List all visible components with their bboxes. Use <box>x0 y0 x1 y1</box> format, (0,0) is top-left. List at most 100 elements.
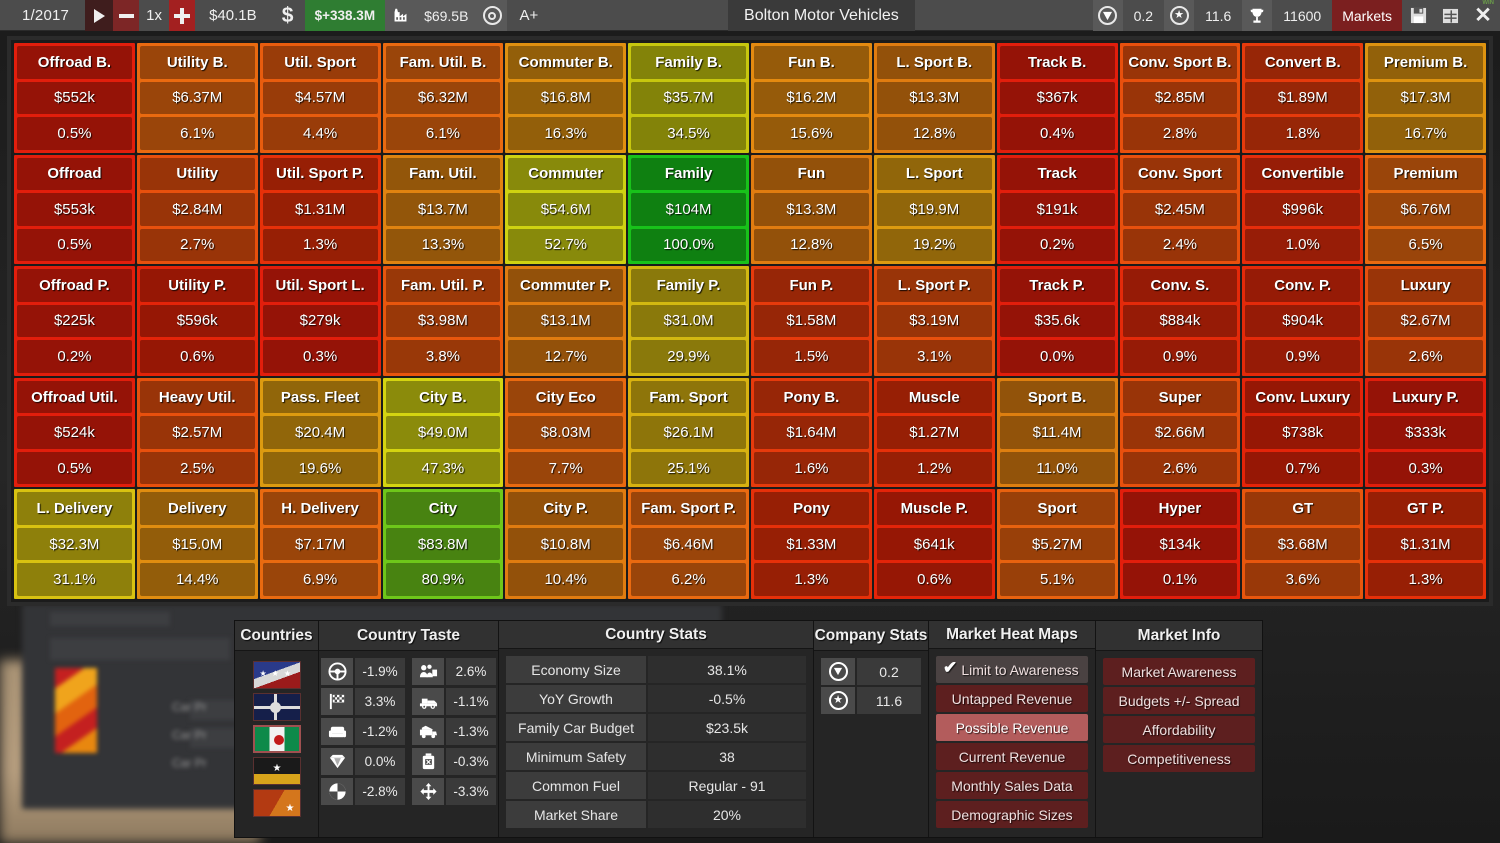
market-cell-share: 0.5% <box>17 117 132 150</box>
market-cell[interactable]: Family $104M 100.0% <box>628 154 749 265</box>
market-cell[interactable]: Offroad P. $225k 0.2% <box>14 266 135 376</box>
market-cell[interactable]: Fam. Util. B. $6.32M 6.1% <box>382 43 504 153</box>
market-cell[interactable]: L. Delivery $32.3M 31.1% <box>14 489 135 599</box>
market-cell-share: 1.3% <box>754 563 869 596</box>
market-cell[interactable]: Super $2.66M 2.6% <box>1119 377 1241 488</box>
market-cell[interactable]: Luxury $2.67M 2.6% <box>1365 266 1486 376</box>
market-cell[interactable]: Fam. Util. P. $3.98M 3.8% <box>382 266 504 376</box>
market-cell[interactable]: Premium B. $17.3M 16.7% <box>1365 43 1486 153</box>
market-cell[interactable]: GT P. $1.31M 1.3% <box>1365 489 1486 599</box>
market-cell[interactable]: Delivery $15.0M 14.4% <box>136 489 258 599</box>
market-cell[interactable]: Util. Sport L. $279k 0.3% <box>259 266 381 376</box>
country-flag-5[interactable]: ★ <box>252 789 301 817</box>
market-cell[interactable]: Conv. Sport $2.45M 2.4% <box>1119 154 1241 265</box>
heat-map-button[interactable]: Demographic Sizes <box>936 801 1088 828</box>
gem-icon[interactable] <box>1092 0 1123 31</box>
game-speed[interactable]: 1x <box>139 0 170 31</box>
market-cell[interactable]: Sport $5.27M 5.1% <box>996 489 1118 599</box>
market-cell[interactable]: Conv. Luxury $738k 0.7% <box>1242 377 1364 488</box>
market-cell[interactable]: Conv. P. $904k 0.9% <box>1242 266 1364 376</box>
heat-map-button[interactable]: ✔ Limit to Awareness <box>936 656 1088 683</box>
market-cell[interactable]: City Eco $8.03M 7.7% <box>505 377 627 488</box>
taste-value: -1.2% <box>355 718 405 745</box>
speed-up-button[interactable] <box>169 0 196 31</box>
play-button[interactable] <box>85 0 114 31</box>
market-cell[interactable]: Track B. $367k 0.4% <box>996 43 1118 153</box>
market-cell[interactable]: Fam. Util. $13.7M 13.3% <box>382 154 504 265</box>
market-cell[interactable]: Conv. Sport B. $2.85M 2.8% <box>1119 43 1241 153</box>
market-cell[interactable]: Muscle P. $641k 0.6% <box>873 489 995 599</box>
market-cell[interactable]: Fun $13.3M 12.8% <box>751 154 872 265</box>
market-cell[interactable]: City P. $10.8M 10.4% <box>505 489 627 599</box>
market-cell[interactable]: Fam. Sport $26.1M 25.1% <box>628 377 749 488</box>
market-cell[interactable]: Offroad Util. $524k 0.5% <box>14 377 135 488</box>
market-cell[interactable]: GT $3.68M 3.6% <box>1242 489 1364 599</box>
market-cell[interactable]: Heavy Util. $2.57M 2.5% <box>136 377 258 488</box>
market-cell-revenue: $641k <box>876 527 992 561</box>
plus-icon-v <box>180 7 185 24</box>
market-cell-share: 0.6% <box>876 563 992 596</box>
market-info-button[interactable]: Affordability <box>1103 716 1255 743</box>
target-icon[interactable] <box>477 0 508 31</box>
market-cell[interactable]: Hyper $134k 0.1% <box>1119 489 1241 599</box>
market-cell[interactable]: Util. Sport P. $1.31M 1.3% <box>259 154 381 265</box>
country-flag-4[interactable]: ★ <box>252 757 301 785</box>
market-cell[interactable]: Track P. $35.6k 0.0% <box>996 266 1118 376</box>
move-arrows-icon <box>412 778 444 805</box>
market-cell[interactable]: Muscle $1.27M 1.2% <box>873 377 995 488</box>
market-cell[interactable]: Util. Sport $4.57M 4.4% <box>259 43 381 153</box>
market-cell[interactable]: Luxury P. $333k 0.3% <box>1365 377 1486 488</box>
window-icon[interactable] <box>1434 0 1466 31</box>
market-cell[interactable]: Fun B. $16.2M 15.6% <box>751 43 872 153</box>
heat-map-button[interactable]: Monthly Sales Data <box>936 772 1088 799</box>
dollar-icon[interactable]: $ <box>270 0 305 31</box>
market-cell[interactable]: Convertible $996k 1.0% <box>1242 154 1364 265</box>
market-cell[interactable]: Commuter $54.6M 52.7% <box>505 154 627 265</box>
market-cell-name: Commuter P. <box>508 269 624 302</box>
save-icon[interactable] <box>1402 0 1434 31</box>
market-cell[interactable]: City B. $49.0M 47.3% <box>382 377 504 488</box>
market-cell-share: 0.4% <box>999 117 1115 150</box>
market-cell[interactable]: H. Delivery $7.17M 6.9% <box>259 489 381 599</box>
country-stat-value: 38 <box>648 743 806 770</box>
market-cell[interactable]: Offroad B. $552k 0.5% <box>14 43 135 153</box>
market-cell[interactable]: Utility B. $6.37M 6.1% <box>136 43 258 153</box>
market-cell[interactable]: Pony B. $1.64M 1.6% <box>751 377 872 488</box>
market-cell[interactable]: Utility P. $596k 0.6% <box>136 266 258 376</box>
market-cell[interactable]: L. Sport $19.9M 19.2% <box>873 154 995 265</box>
market-cell[interactable]: Conv. S. $884k 0.9% <box>1119 266 1241 376</box>
market-info-button[interactable]: Competitiveness <box>1103 745 1255 772</box>
market-cell[interactable]: Commuter P. $13.1M 12.7% <box>505 266 627 376</box>
market-cell[interactable]: Premium $6.76M 6.5% <box>1365 154 1486 265</box>
market-info-button[interactable]: Budgets +/- Spread <box>1103 687 1255 714</box>
market-cell[interactable]: Family P. $31.0M 29.9% <box>628 266 749 376</box>
market-cell[interactable]: Fun P. $1.58M 1.5% <box>751 266 872 376</box>
market-cell[interactable]: L. Sport P. $3.19M 3.1% <box>873 266 995 376</box>
country-flag-2[interactable] <box>252 693 301 721</box>
heat-map-button[interactable]: Current Revenue <box>936 743 1088 770</box>
market-cell[interactable]: Utility $2.84M 2.7% <box>136 154 258 265</box>
country-flag-1[interactable]: ★★★ <box>252 661 301 689</box>
factory-icon[interactable] <box>385 0 416 31</box>
market-cell[interactable]: Sport B. $11.4M 11.0% <box>996 377 1118 488</box>
market-cell[interactable]: Fam. Sport P. $6.46M 6.2% <box>628 489 749 599</box>
background-text: Car Pr <box>172 756 207 770</box>
close-button[interactable]: WIN ✕ <box>1466 0 1500 31</box>
trophy-icon[interactable] <box>1242 0 1273 31</box>
market-cell[interactable]: Pass. Fleet $20.4M 19.6% <box>259 377 381 488</box>
market-info-button[interactable]: Market Awareness <box>1103 658 1255 685</box>
heat-map-button[interactable]: Possible Revenue <box>936 714 1088 741</box>
star-icon[interactable]: ★ <box>1164 0 1195 31</box>
market-cell[interactable]: Family B. $35.7M 34.5% <box>628 43 749 153</box>
speed-down-button[interactable] <box>113 0 140 31</box>
heat-map-button[interactable]: Untapped Revenue <box>936 685 1088 712</box>
market-cell[interactable]: Offroad $553k 0.5% <box>14 154 135 265</box>
market-cell[interactable]: L. Sport B. $13.3M 12.8% <box>873 43 995 153</box>
market-cell[interactable]: Track $191k 0.2% <box>996 154 1118 265</box>
market-cell[interactable]: Pony $1.33M 1.3% <box>751 489 872 599</box>
markets-button[interactable]: Markets <box>1332 0 1402 31</box>
market-cell[interactable]: City $83.8M 80.9% <box>382 489 504 599</box>
market-cell[interactable]: Convert B. $1.89M 1.8% <box>1242 43 1364 153</box>
market-cell[interactable]: Commuter B. $16.8M 16.3% <box>505 43 627 153</box>
country-flag-3[interactable] <box>252 725 301 753</box>
